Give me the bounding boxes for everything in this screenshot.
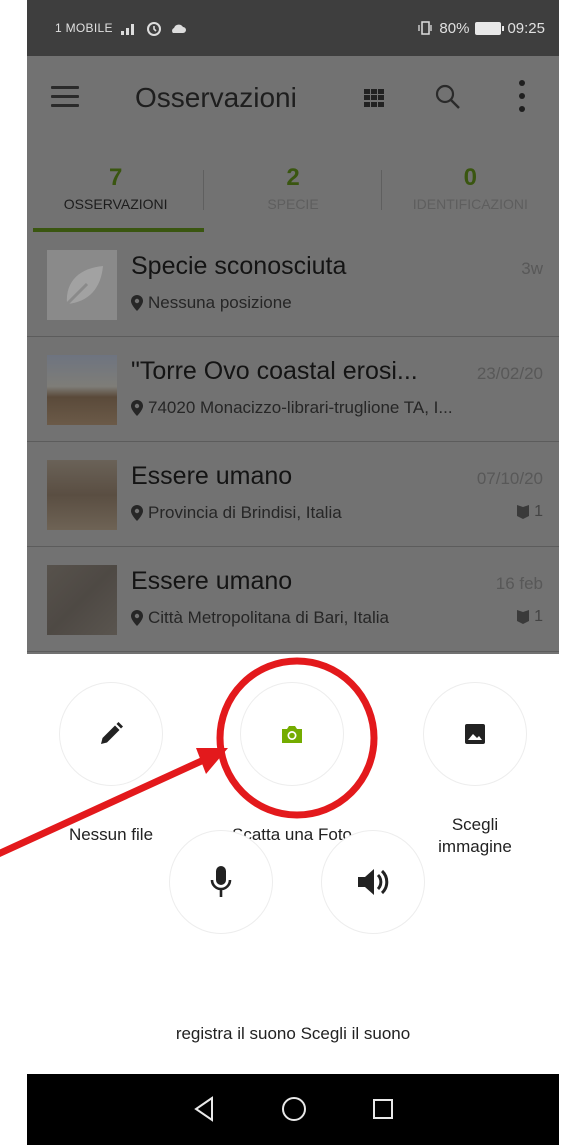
cloud-icon	[171, 24, 186, 33]
take-photo-button[interactable]	[240, 682, 344, 786]
grid-icon[interactable]	[364, 89, 384, 107]
record-sound-label[interactable]: registra il suono	[176, 1024, 296, 1043]
signal-icon	[120, 24, 134, 35]
observation-list: Specie sconosciuta 3w Nessuna posizione …	[27, 232, 559, 654]
observation-date: 3w	[521, 259, 543, 278]
observation-title: "Torre Ovo coastal erosi...	[131, 357, 418, 385]
system-nav-bar	[27, 1074, 559, 1145]
observation-date: 23/02/20	[476, 364, 543, 383]
battery-icon	[475, 21, 505, 35]
identification-count-value: 1	[534, 608, 543, 625]
search-icon[interactable]	[433, 82, 463, 112]
choose-image-label-line2: immagine	[438, 837, 512, 856]
alarm-icon	[146, 22, 161, 36]
list-item[interactable]: Specie sconosciuta 3w Nessuna posizione	[27, 232, 559, 337]
no-file-action[interactable]: Nessun file	[49, 682, 173, 846]
status-bar: 1 MOBILE 80% 09:25	[27, 0, 559, 56]
tab-identifications[interactable]: 0 IDENTIFICAZIONI	[382, 140, 559, 232]
pencil-icon	[101, 722, 123, 744]
observation-title: Essere umano	[131, 462, 293, 490]
recents-icon[interactable]	[372, 1098, 394, 1120]
location-text: Città Metropolitana di Bari, Italia	[148, 608, 389, 627]
observation-location: Città Metropolitana di Bari, Italia	[131, 608, 389, 628]
back-icon[interactable]	[193, 1096, 215, 1122]
choose-image-action[interactable]: Scegli immagine	[413, 682, 537, 858]
observation-date: 16 feb	[495, 574, 543, 593]
list-item[interactable]: "Torre Ovo coastal erosi... 23/02/20 740…	[27, 337, 559, 442]
new-observation-sheet: Nessun file Scatta una Foto Scegli immag…	[27, 654, 559, 1074]
choose-sound-label[interactable]: Scegli il suono	[301, 1024, 411, 1043]
identification-count: 1	[516, 503, 543, 521]
observation-location: Provincia di Brindisi, Italia	[131, 503, 342, 523]
phone-screen: 1 MOBILE 80% 09:25 Osservazioni 7 OSSERV…	[27, 0, 559, 1145]
no-file-button[interactable]	[59, 682, 163, 786]
choose-image-button[interactable]	[423, 682, 527, 786]
identification-count: 1	[516, 608, 543, 626]
observation-photo	[47, 565, 117, 635]
list-item[interactable]: Essere umano 07/10/20 Provincia di Brind…	[27, 442, 559, 547]
tab-observations[interactable]: 7 OSSERVAZIONI	[27, 140, 205, 232]
menu-icon[interactable]	[51, 86, 79, 108]
clock: 09:25	[507, 19, 545, 37]
vibrate-icon	[418, 21, 433, 35]
take-photo-action[interactable]: Scatta una Foto	[212, 682, 372, 846]
location-pin-icon	[131, 295, 143, 311]
battery-percent: 80%	[439, 19, 470, 37]
location-pin-icon	[131, 610, 143, 626]
observation-location: 74020 Monacizzo-librari-truglione TA, I.…	[131, 398, 453, 418]
choose-image-label: Scegli immagine	[413, 814, 537, 858]
observation-location: Nessuna posizione	[131, 293, 292, 313]
location-text: 74020 Monacizzo-librari-truglione TA, I.…	[148, 398, 453, 417]
observation-title: Specie sconosciuta	[131, 252, 347, 280]
observation-photo	[47, 355, 117, 425]
location-text: Nessuna posizione	[148, 293, 292, 312]
leaf-icon	[65, 266, 103, 306]
sound-labels: registra il suono Scegli il suono	[27, 1024, 559, 1044]
page-title: Osservazioni	[135, 82, 297, 113]
microphone-icon	[210, 866, 232, 897]
observation-title: Essere umano	[131, 567, 293, 595]
image-icon	[465, 724, 485, 744]
tab-label: SPECIE	[267, 196, 319, 212]
location-pin-icon	[131, 505, 143, 521]
tab-count: 2	[286, 164, 300, 191]
tab-bar: 7 OSSERVAZIONI 2 SPECIE 0 IDENTIFICAZION…	[27, 140, 559, 232]
no-file-label: Nessun file	[68, 825, 154, 844]
identification-icon	[517, 505, 530, 519]
choose-image-label-line1: Scegli	[451, 815, 499, 834]
observation-date: 07/10/20	[476, 469, 543, 488]
more-icon[interactable]	[518, 80, 526, 112]
choose-sound-button[interactable]	[321, 830, 425, 934]
location-pin-icon	[131, 400, 143, 416]
location-text: Provincia di Brindisi, Italia	[148, 503, 342, 522]
camera-icon	[282, 726, 302, 743]
speaker-icon	[358, 869, 389, 895]
tab-count: 0	[463, 164, 477, 191]
tab-label: IDENTIFICAZIONI	[412, 196, 528, 212]
tab-species[interactable]: 2 SPECIE	[204, 140, 382, 232]
record-sound-button[interactable]	[169, 830, 273, 934]
list-item[interactable]: Essere umano 16 feb Città Metropolitana …	[27, 547, 559, 652]
home-icon[interactable]	[281, 1096, 307, 1122]
carrier-label: 1 MOBILE	[55, 21, 113, 35]
identification-count-value: 1	[534, 503, 543, 520]
tab-label: OSSERVAZIONI	[63, 196, 168, 212]
tab-count: 7	[108, 164, 123, 191]
app-toolbar: Osservazioni	[27, 56, 559, 140]
identification-icon	[517, 610, 530, 624]
observation-photo	[47, 460, 117, 530]
placeholder-thumbnail	[47, 250, 117, 320]
